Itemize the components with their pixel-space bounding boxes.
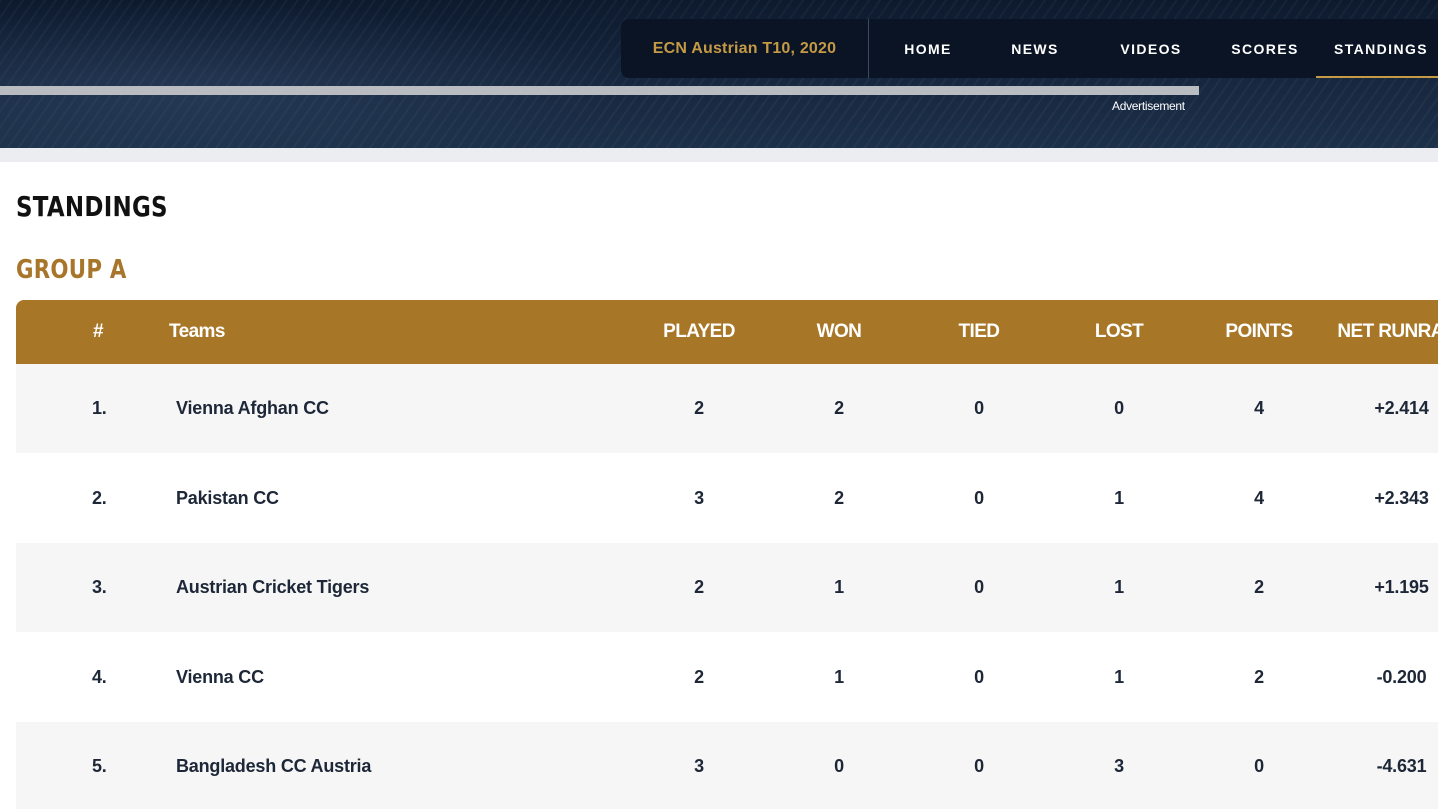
site-header: ECN Austrian T10, 2020 HOME NEWS VIDEOS … [0,0,1438,148]
table-header: # Teams PLAYED WON TIED LOST POINTS NET … [16,300,1438,364]
row-won: 2 [834,487,844,508]
row-lost: 3 [1114,756,1124,776]
top-nav: ECN Austrian T10, 2020 HOME NEWS VIDEOS … [621,19,1438,78]
row-played: 3 [694,756,704,776]
row-won: 1 [834,666,844,687]
row-net-runrate: -4.631 [1376,756,1427,776]
row-points: 4 [1254,487,1264,508]
col-teams: Teams [169,321,225,342]
col-tied: TIED [958,321,1000,342]
row-tied: 0 [974,577,984,597]
row-played: 2 [694,577,704,597]
standings-table: # Teams PLAYED WON TIED LOST POINTS NET … [16,300,1438,809]
col-points: POINTS [1225,321,1293,342]
row-net-runrate: +1.195 [1374,577,1429,597]
advertisement-banner[interactable] [0,86,1199,95]
row-points: 0 [1254,756,1264,776]
row-won: 1 [834,577,844,597]
header-divider [0,148,1438,162]
row-tied: 0 [974,487,984,508]
table-body: 1. Vienna Afghan CC 2 2 0 0 4 +2.414 2. Pakistan … [16,364,1438,809]
nav-items: HOME NEWS VIDEOS SCORES STANDINGS [869,19,1438,78]
row-won: 0 [834,756,844,776]
nav-scores[interactable]: SCORES [1219,19,1311,78]
row-rank: 4. [92,666,107,687]
table-row: 2. Pakistan CC 3 2 0 1 4 +2.343 [16,453,1438,543]
row-team-name: Pakistan CC [176,487,279,508]
row-won: 2 [834,398,844,418]
nav-standings[interactable]: STANDINGS [1311,19,1438,78]
col-won: WON [816,321,862,342]
row-lost: 1 [1114,577,1124,597]
row-points: 2 [1254,666,1264,687]
row-lost: 0 [1114,398,1124,418]
group-title: GROUP A [16,255,127,285]
nav-videos[interactable]: VIDEOS [1083,19,1219,78]
nav-news[interactable]: NEWS [987,19,1083,78]
row-points: 4 [1254,398,1264,418]
row-lost: 1 [1114,666,1124,687]
col-rank: # [93,321,104,342]
page-title: STANDINGS [16,190,168,223]
row-team-name: Austrian Cricket Tigers [176,577,370,597]
row-rank: 1. [92,398,107,418]
row-rank: 2. [92,487,107,508]
row-tied: 0 [974,398,984,418]
col-played: PLAYED [663,321,735,342]
nav-home[interactable]: HOME [869,19,987,78]
row-points: 2 [1254,577,1264,597]
row-team-name: Vienna CC [176,666,264,687]
row-rank: 5. [92,756,107,776]
table-row: 5. Bangladesh CC Austria 3 0 0 3 0 -4.631 [16,722,1438,809]
table-row: 1. Vienna Afghan CC 2 2 0 0 4 +2.414 [16,364,1438,453]
col-net-runrate: NET RUNRATE [1337,321,1438,342]
row-team-name: Vienna Afghan CC [176,398,329,418]
table-row: 4. Vienna CC 2 1 0 1 2 -0.200 [16,632,1438,722]
row-tied: 0 [974,756,984,776]
row-played: 2 [694,666,704,687]
row-rank: 3. [92,577,107,597]
row-net-runrate: +2.343 [1374,487,1429,508]
row-played: 3 [694,487,704,508]
tournament-brand-link[interactable]: ECN Austrian T10, 2020 [621,19,869,78]
table-row: 3. Austrian Cricket Tigers 2 1 0 1 2 +1.195 [16,543,1438,632]
row-played: 2 [694,398,704,418]
advertisement-label: Advertisement [1112,99,1185,113]
row-lost: 1 [1114,487,1124,508]
col-lost: LOST [1094,321,1144,342]
row-tied: 0 [974,666,984,687]
row-team-name: Bangladesh CC Austria [176,756,372,776]
row-net-runrate: -0.200 [1376,666,1427,687]
row-net-runrate: +2.414 [1374,398,1429,418]
